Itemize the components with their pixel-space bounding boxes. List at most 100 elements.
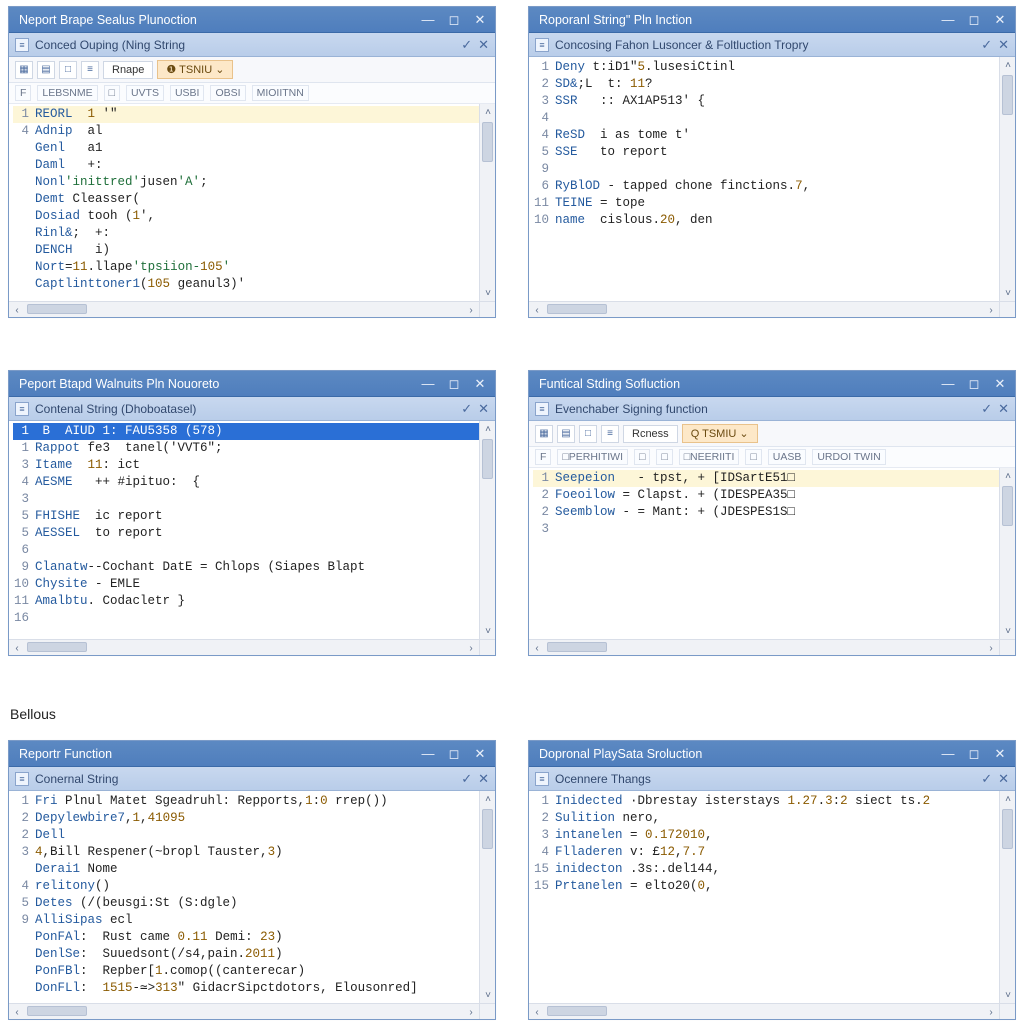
horizontal-scrollbar[interactable]: ‹›	[529, 639, 999, 655]
toolbar-button[interactable]: □	[579, 425, 597, 443]
toolbar-dropdown[interactable]: ❶ TSNIU ⌄	[157, 60, 233, 79]
toolbar-tab[interactable]: □PERHITIWI	[557, 449, 628, 465]
code-line[interactable]: 6	[13, 542, 479, 559]
scroll-thumb[interactable]	[1002, 809, 1013, 849]
close-icon[interactable]: ✕	[471, 376, 489, 392]
toolbar-tab[interactable]: □	[656, 449, 672, 465]
check-icon[interactable]: ✓	[461, 37, 472, 53]
code-line[interactable]: 2Foeoilow = Clapst. + (IDESPEA35□	[533, 487, 999, 504]
code-line[interactable]: 4Flladeren v: £12,7.7	[533, 844, 999, 861]
code-line[interactable]: 2Dell	[13, 827, 479, 844]
code-line[interactable]: PonFBl: Repber[1.comop((canterecar)	[13, 963, 479, 980]
code-line[interactable]: 1Deny t:iD1"5.lusesiCtinl	[533, 59, 999, 76]
scroll-left-icon[interactable]: ‹	[529, 1004, 545, 1019]
code-editor[interactable]: 1Inidected ·Dbrestay isterstays 1.27.3:2…	[529, 791, 1015, 1019]
minimize-icon[interactable]: —	[419, 12, 437, 28]
close-icon[interactable]: ✕	[478, 401, 489, 417]
toolbar-button[interactable]: ≡	[601, 425, 619, 443]
toolbar-tab[interactable]: LEBSNME	[37, 85, 97, 101]
code-line[interactable]: DenlSe: Suuedsont(/s4,pain.2011)	[13, 946, 479, 963]
scroll-left-icon[interactable]: ‹	[529, 640, 545, 655]
scroll-right-icon[interactable]: ›	[463, 1004, 479, 1019]
toolbar-tab[interactable]: □	[104, 85, 120, 101]
scroll-down-icon[interactable]: ˅	[1000, 623, 1015, 639]
horizontal-scrollbar[interactable]: ‹›	[9, 1003, 479, 1019]
code-line[interactable]: 15Prtanelen = elto20(0,	[533, 878, 999, 895]
horizontal-scrollbar[interactable]: ‹›	[529, 301, 999, 317]
code-line[interactable]: Nort=11.llape'tpsiion-105'	[13, 259, 479, 276]
toolbar-button[interactable]: ▤	[37, 61, 55, 79]
scroll-thumb[interactable]	[482, 122, 493, 162]
code-line[interactable]: 9Clanatw--Cochant DatE = Chlops (Siapes …	[13, 559, 479, 576]
code-line[interactable]: 1REORL 1 '"	[13, 106, 479, 123]
check-icon[interactable]: ✓	[981, 401, 992, 417]
scroll-left-icon[interactable]: ‹	[9, 1004, 25, 1019]
close-icon[interactable]: ✕	[478, 37, 489, 53]
scroll-left-icon[interactable]: ‹	[9, 302, 25, 317]
code-line[interactable]: 1Rappot fe3 tanel('VVT6";	[13, 440, 479, 457]
titlebar[interactable]: Roporanl String" Pln Inction—◻✕	[529, 7, 1015, 33]
code-editor[interactable]: 1Deny t:iD1"5.lusesiCtinl2SD&;L t: 11?3S…	[529, 57, 1015, 317]
code-editor[interactable]: 1Seepeion - tpst, + [IDSartE51□2Foeoilow…	[529, 468, 1015, 655]
maximize-icon[interactable]: ◻	[965, 746, 983, 762]
toolbar-tab[interactable]: UASB	[768, 449, 807, 465]
code-line[interactable]: 4AESME ++ #ipituo: {	[13, 474, 479, 491]
toolbar-tab[interactable]: URDOI TWIN	[812, 449, 885, 465]
code-line[interactable]: 9AlliSipas ecl	[13, 912, 479, 929]
code-line[interactable]: 2Depylewbire7,1,41095	[13, 810, 479, 827]
scroll-down-icon[interactable]: ˅	[480, 987, 495, 1003]
code-line[interactable]: DENCH i)	[13, 242, 479, 259]
toolbar-button[interactable]: ▦	[535, 425, 553, 443]
code-line[interactable]: 4relitony()	[13, 878, 479, 895]
scroll-right-icon[interactable]: ›	[983, 640, 999, 655]
toolbar-tab[interactable]: F	[535, 449, 551, 465]
code-line[interactable]: 5FHISHE ic report	[13, 508, 479, 525]
code-line[interactable]: 15inidecton .3s:.del144,	[533, 861, 999, 878]
scroll-thumb[interactable]	[1002, 75, 1013, 115]
scroll-right-icon[interactable]: ›	[983, 302, 999, 317]
close-icon[interactable]: ✕	[991, 12, 1009, 28]
code-line[interactable]: Dosiad tooh (1',	[13, 208, 479, 225]
code-line[interactable]: 11Amalbtu. Codacletr }	[13, 593, 479, 610]
code-line[interactable]: Rinl&; +:	[13, 225, 479, 242]
close-icon[interactable]: ✕	[991, 376, 1009, 392]
toolbar-tab[interactable]: MIOIITNN	[252, 85, 309, 101]
vertical-scrollbar[interactable]: ˄˅	[999, 468, 1015, 639]
vertical-scrollbar[interactable]: ˄˅	[999, 791, 1015, 1003]
code-editor[interactable]: 1Fri Plnul Matet Sgeadruhl: Repports,1:0…	[9, 791, 495, 1019]
code-line[interactable]: 1Inidected ·Dbrestay isterstays 1.27.3:2…	[533, 793, 999, 810]
close-icon[interactable]: ✕	[991, 746, 1009, 762]
toolbar-tab[interactable]: F	[15, 85, 31, 101]
code-line[interactable]: 3	[533, 521, 999, 538]
code-line[interactable]: 1Fri Plnul Matet Sgeadruhl: Repports,1:0…	[13, 793, 479, 810]
scroll-right-icon[interactable]: ›	[463, 302, 479, 317]
code-line[interactable]: 11TEINE = tope	[533, 195, 999, 212]
maximize-icon[interactable]: ◻	[445, 376, 463, 392]
scroll-up-icon[interactable]: ˄	[1000, 791, 1015, 807]
check-icon[interactable]: ✓	[981, 771, 992, 787]
code-line[interactable]: 16	[13, 610, 479, 627]
code-line[interactable]: 3Itame 11: ict	[13, 457, 479, 474]
minimize-icon[interactable]: —	[939, 12, 957, 28]
code-line[interactable]: 5SSE to report	[533, 144, 999, 161]
code-line[interactable]: 1Seepeion - tpst, + [IDSartE51□	[533, 470, 999, 487]
vertical-scrollbar[interactable]: ˄˅	[999, 57, 1015, 301]
code-line[interactable]: 5AESSEL to report	[13, 525, 479, 542]
code-line[interactable]: Daml +:	[13, 157, 479, 174]
scroll-down-icon[interactable]: ˅	[480, 623, 495, 639]
close-icon[interactable]: ✕	[478, 771, 489, 787]
close-icon[interactable]: ✕	[471, 12, 489, 28]
scroll-thumb[interactable]	[482, 439, 493, 479]
code-line[interactable]: 9	[533, 161, 999, 178]
scroll-thumb[interactable]	[482, 809, 493, 849]
close-icon[interactable]: ✕	[998, 401, 1009, 417]
code-line[interactable]: 4ReSD i as tome t'	[533, 127, 999, 144]
scroll-thumb[interactable]	[27, 1006, 87, 1016]
horizontal-scrollbar[interactable]: ‹›	[529, 1003, 999, 1019]
scroll-down-icon[interactable]: ˅	[1000, 285, 1015, 301]
close-icon[interactable]: ✕	[471, 746, 489, 762]
scroll-thumb[interactable]	[547, 304, 607, 314]
code-line[interactable]: 3SSR :: AX1AP513' {	[533, 93, 999, 110]
scroll-right-icon[interactable]: ›	[983, 1004, 999, 1019]
toolbar-tab[interactable]: UVTS	[126, 85, 164, 101]
